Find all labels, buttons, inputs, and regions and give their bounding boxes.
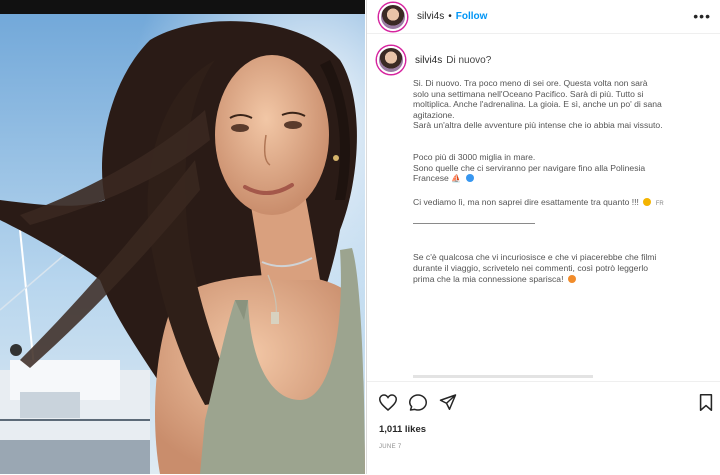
hugging-face-emoji-icon [567,274,576,283]
caption-line: Sono quelle che ci serviranno per naviga… [413,162,646,173]
caption-line: Se c'è qualcosa che vi incuriosisce e ch… [413,252,657,263]
caption-line: Si. Di nuovo. Tra poco meno di sei ore. … [413,78,648,88]
follow-button[interactable]: Follow [456,11,488,22]
post-header: silvi4s • Follow ••• [367,0,720,34]
post-photo[interactable] [0,0,365,474]
comment-icon[interactable] [409,394,427,411]
likes-count[interactable]: 1,011 likes [379,424,426,435]
caption-avatar[interactable] [377,46,405,74]
sailboat-emoji-icon: ⛵ [451,174,462,184]
faded-text-line [413,375,593,378]
photo-top-edge [0,0,365,14]
caption-line: prima che la mia connessione sparisca! [413,274,709,285]
bookmark-icon[interactable] [699,394,713,416]
caption-line: Ci vediamo lì, ma non saprei dire esatta… [413,197,709,210]
caption-line-text: Ci vediamo lì, ma non saprei dire esatta… [413,196,639,207]
heart-icon[interactable] [379,394,397,411]
avatar[interactable] [379,2,407,31]
paper-plane-icon[interactable] [439,394,457,411]
more-options-icon[interactable]: ••• [693,8,711,24]
caption-line: Francese ⛵ [413,173,709,185]
separator-dot: • [448,11,452,22]
fr-label: FR [655,200,664,207]
selfie-photo [0,0,365,474]
caption-line: agitazione. [413,109,455,120]
caption-username[interactable]: silvi4s [415,55,442,66]
blue-circle-emoji-icon [465,174,474,183]
caption-line: solo una settimana nell'Oceano Pacifico.… [413,88,644,99]
smiling-face-emoji-icon [643,197,652,206]
action-icons [379,394,457,411]
caption-line: Sarà un'altra delle avventure più intens… [413,120,663,131]
caption-line: Poco più di 3000 miglia in mare. [413,151,536,162]
caption-header: silvi4s Di nuovo? [377,46,491,74]
divider-line [413,223,535,225]
caption-first-line: Di nuovo? [446,54,492,66]
caption-line-text: Francese [413,173,449,184]
caption-line: durante il viaggio, scrivetelo nei comme… [413,262,649,273]
actions-bar: 1,011 likes JUNE 7 [367,381,720,475]
post-details-panel: silvi4s • Follow ••• silvi4s Di nuovo? S… [366,0,720,475]
post-date: JUNE 7 [379,444,402,450]
caption-body: Si. Di nuovo. Tra poco meno di sei ore. … [413,78,709,284]
header-username[interactable]: silvi4s [417,11,444,22]
caption-line: moltiplica. Anche l'adrenalina. La gioia… [413,99,662,110]
caption-line-text: prima che la mia connessione sparisca! [413,273,564,284]
